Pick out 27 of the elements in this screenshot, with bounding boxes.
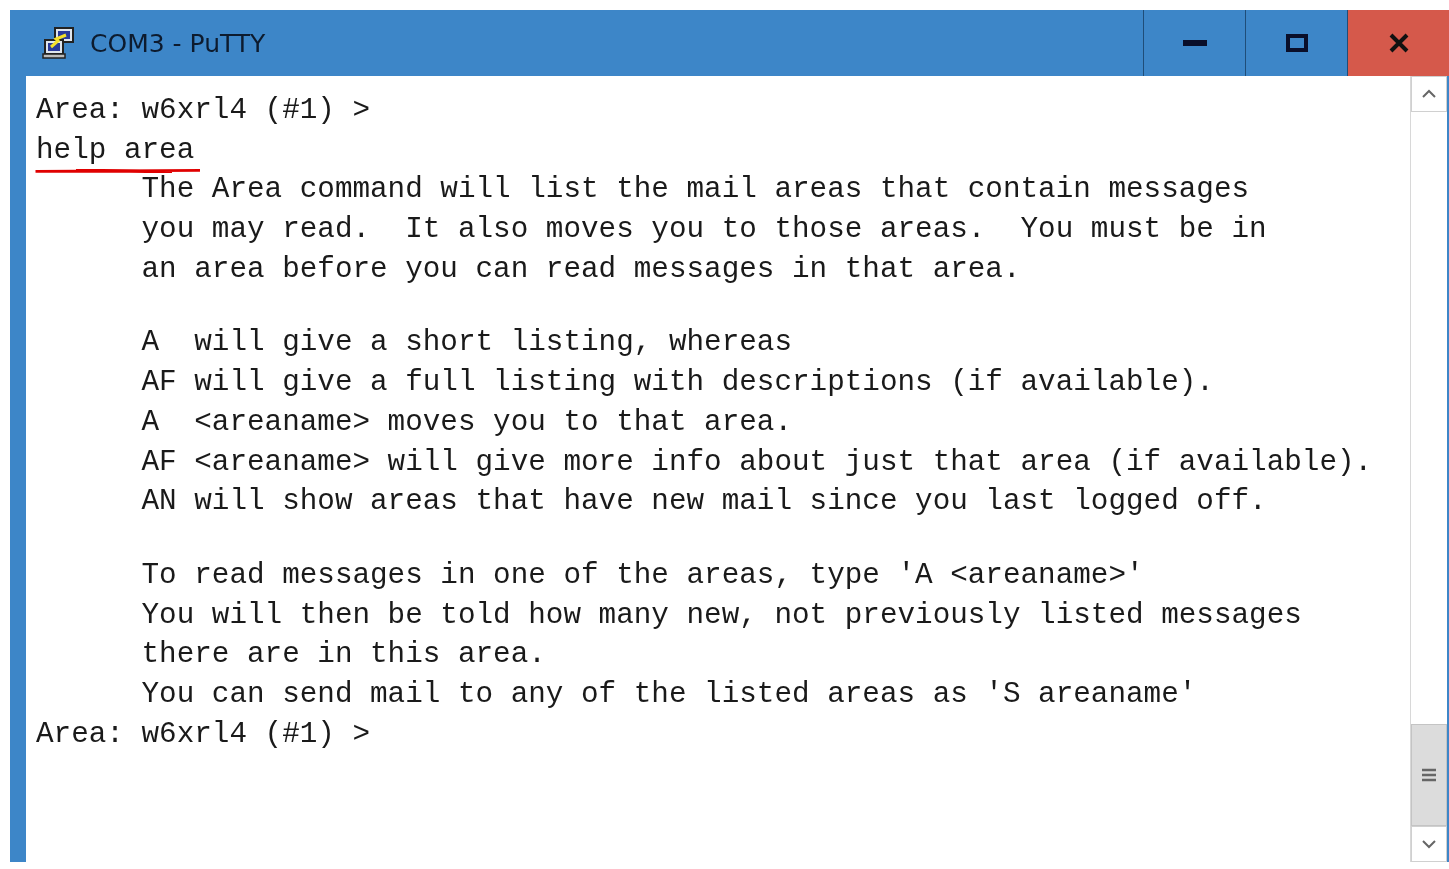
- chevron-down-icon: [1421, 839, 1437, 849]
- close-button[interactable]: [1347, 10, 1449, 76]
- terminal-line: AN will show areas that have new mail since you last logged off.: [140, 485, 1267, 520]
- minimize-icon: [1182, 39, 1207, 47]
- chevron-up-icon: [1421, 89, 1437, 99]
- terminal-line: The Area command will list the mail areas that contain messages: [140, 173, 1250, 208]
- terminal-line: AF will give a full listing with descriptions (if available).: [140, 366, 1214, 401]
- terminal-line: Area: w6xrl4 (#1) >: [36, 94, 371, 128]
- terminal-line: AF <areaname> will give more info about just that area (if available).: [140, 445, 1373, 480]
- grip-icon: [1422, 767, 1436, 783]
- terminal-line: You will then be told how many new, not previously listed messages: [140, 598, 1302, 633]
- window-title: COM3 - PuTTY: [90, 28, 267, 58]
- scroll-up-button[interactable]: [1411, 76, 1447, 112]
- scrollbar-thumb[interactable]: [1411, 724, 1447, 826]
- terminal-line: A <areaname> moves you to that area.: [140, 405, 792, 440]
- terminal-line: you may read. It also moves you to those areas. You must be in: [140, 213, 1267, 248]
- terminal-line: help area: [36, 133, 195, 168]
- close-icon: [1388, 33, 1409, 53]
- terminal-line: an area before you can read messages in that area.: [140, 252, 1021, 287]
- scroll-down-button[interactable]: [1411, 826, 1447, 862]
- terminal-line: Area: w6xrl4 (#1) >: [36, 717, 371, 752]
- maximize-icon: [1285, 34, 1308, 52]
- terminal-line: A will give a short listing, whereas: [140, 326, 792, 361]
- terminal-line: To read messages in one of the areas, type 'A <areaname>': [140, 558, 1144, 593]
- computer-icon: [42, 26, 76, 60]
- terminal-line: You can send mail to any of the listed areas as 'S areaname': [140, 677, 1197, 712]
- terminal-line: there are in this area.: [140, 638, 546, 673]
